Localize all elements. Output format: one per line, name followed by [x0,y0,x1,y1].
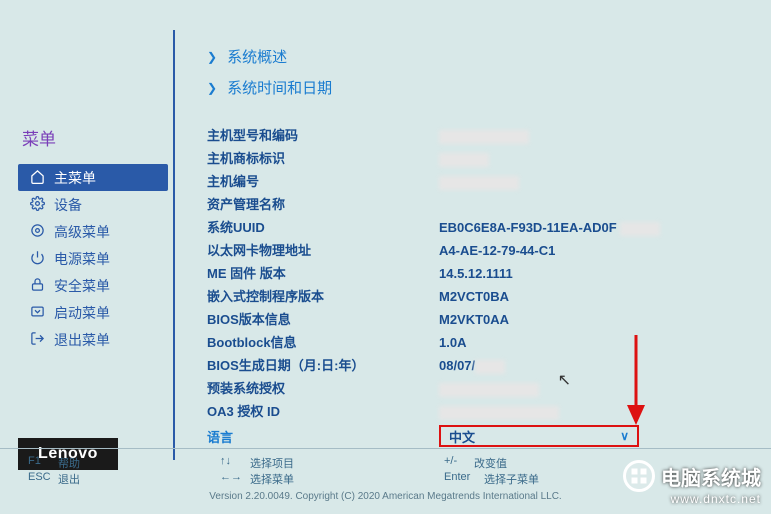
sliders-icon [28,223,46,241]
footer-label: 退出 [58,471,80,487]
info-label: BIOS生成日期（月:日:年） [207,356,439,375]
info-label: 系统UUID [207,218,439,237]
chevron-right-icon: ❯ [207,50,217,64]
menu-label: 高级菜单 [54,222,110,242]
info-label: 嵌入式控制程序版本 [207,287,439,306]
lock-icon [28,277,46,295]
menu-label: 电源菜单 [54,249,110,269]
info-label: Bootblock信息 [207,333,439,352]
menu-security[interactable]: 安全菜单 [18,272,173,299]
footer-label: 改变值 [474,455,507,471]
footer: F1帮助 ESC退出 ↑↓选择项目 ←→选择菜单 +/-改变值 Enter选择子… [0,448,771,502]
home-icon [28,169,46,187]
menu-devices[interactable]: 设备 [18,191,173,218]
footer-key-plusminus: +/- [444,455,474,471]
info-row-model: 主机型号和编码 [207,126,771,145]
menu-advanced[interactable]: 高级菜单 [18,218,173,245]
language-value: 中文 [449,427,475,446]
info-label: BIOS版本信息 [207,310,439,329]
footer-key-enter: Enter [444,471,484,487]
info-row-ec: 嵌入式控制程序版本 M2VCT0BA [207,287,771,306]
menu-power[interactable]: 电源菜单 [18,245,173,272]
menu-label: 安全菜单 [54,276,110,296]
footer-key-esc: ESC [28,471,58,487]
info-value: 08/07/ [439,358,475,373]
menu-label: 主菜单 [54,168,96,188]
menu-exit[interactable]: 退出菜单 [18,326,173,353]
footer-label: 选择菜单 [250,471,294,487]
info-value: 1.0A [439,333,466,352]
footer-key-f1: F1 [28,455,58,471]
chevron-down-icon: ∨ [620,429,629,443]
info-label: ME 固件 版本 [207,264,439,283]
sidebar-title: 菜单 [18,125,173,150]
info-row-brand: 主机商标标识 [207,149,771,168]
info-label: 预装系统授权 [207,379,439,398]
footer-label: 选择子菜单 [484,471,539,487]
info-row-uuid: 系统UUID EB0C6E8A-F93D-11EA-AD0F [207,218,771,237]
info-row-serial: 主机编号 [207,172,771,191]
menu-label: 设备 [54,195,82,215]
link-system-overview[interactable]: ❯ 系统概述 [207,46,771,67]
footer-label: 选择项目 [250,455,294,471]
menu-label: 启动菜单 [54,303,110,323]
info-value: M2VKT0AA [439,310,509,329]
gear-icon [28,196,46,214]
footer-key-leftright: ←→ [220,471,250,487]
info-label: 主机型号和编码 [207,126,439,145]
menu-startup[interactable]: 启动菜单 [18,299,173,326]
info-row-mac: 以太网卡物理地址 A4-AE-12-79-44-C1 [207,241,771,260]
footer-key-updown: ↑↓ [220,455,250,471]
info-value: A4-AE-12-79-44-C1 [439,241,555,260]
link-label: 系统时间和日期 [227,77,332,98]
link-label: 系统概述 [227,46,287,67]
exit-icon [28,331,46,349]
language-label: 语言 [207,427,439,446]
power-icon [28,250,46,268]
copyright: Version 2.20.0049. Copyright (C) 2020 Am… [0,491,771,502]
info-label: OA3 授权 ID [207,402,439,421]
menu-label: 退出菜单 [54,330,110,350]
footer-label: 帮助 [58,455,80,471]
link-system-datetime[interactable]: ❯ 系统时间和日期 [207,77,771,98]
info-label: 以太网卡物理地址 [207,241,439,260]
info-row-asset: 资产管理名称 [207,195,771,214]
info-row-me: ME 固件 版本 14.5.12.1111 [207,264,771,283]
info-label: 资产管理名称 [207,195,439,214]
info-row-bios: BIOS版本信息 M2VKT0AA [207,310,771,329]
info-label: 主机编号 [207,172,439,191]
info-value: EB0C6E8A-F93D-11EA-AD0F [439,220,617,235]
info-value: M2VCT0BA [439,287,509,306]
chevron-right-icon: ❯ [207,81,217,95]
info-row-biosdate: BIOS生成日期（月:日:年） 08/07/ [207,356,771,375]
language-select[interactable]: 中文 ∨ [439,425,639,447]
info-row-bootblock: Bootblock信息 1.0A [207,333,771,352]
menu-main[interactable]: 主菜单 [18,164,168,191]
info-row-preinstall: 预装系统授权 [207,379,771,398]
info-value: 14.5.12.1111 [439,264,513,283]
startup-icon [28,304,46,322]
vertical-divider [173,30,175,460]
info-label: 主机商标标识 [207,149,439,168]
info-row-oa3: OA3 授权 ID [207,402,771,421]
